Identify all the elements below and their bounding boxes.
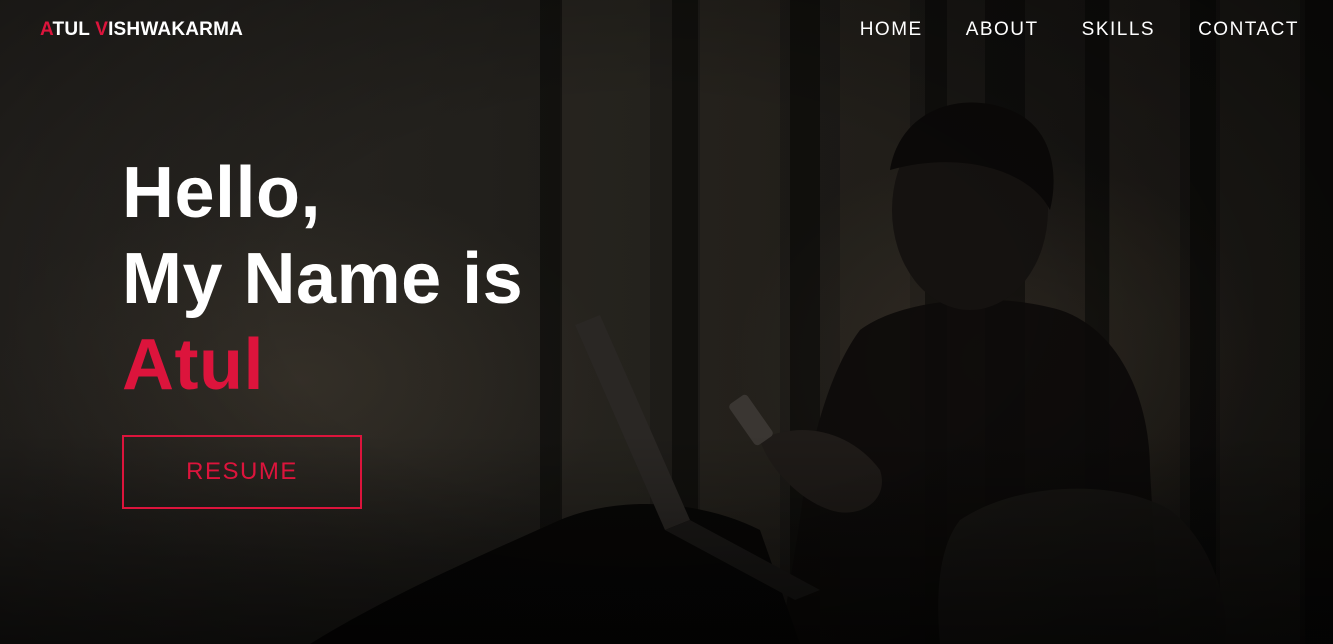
hero-heading: Hello, My Name is Atul [122,150,523,408]
hero-section: ATUL VISHWAKARMA HOME ABOUT SKILLS CONTA… [0,0,1333,644]
brand-first-rest: TUL [52,19,96,40]
nav-link-skills[interactable]: SKILLS [1082,19,1155,41]
hero-greeting: Hello, [122,153,322,233]
brand-first-initial: A [40,19,53,40]
brand-last-rest: ISHWAKARMA [108,19,244,40]
nav-link-contact[interactable]: CONTACT [1198,19,1299,41]
brand-logo[interactable]: ATUL VISHWAKARMA [40,19,243,41]
brand-last-initial: V [95,19,109,40]
hero-intro: My Name is [122,239,524,319]
nav-link-about[interactable]: ABOUT [966,19,1039,41]
hero-name: Atul [122,325,264,405]
nav-link-home[interactable]: HOME [860,19,923,41]
resume-button[interactable]: RESUME [122,435,362,509]
nav-links: HOME ABOUT SKILLS CONTACT [860,19,1299,41]
navbar: ATUL VISHWAKARMA HOME ABOUT SKILLS CONTA… [0,0,1333,60]
